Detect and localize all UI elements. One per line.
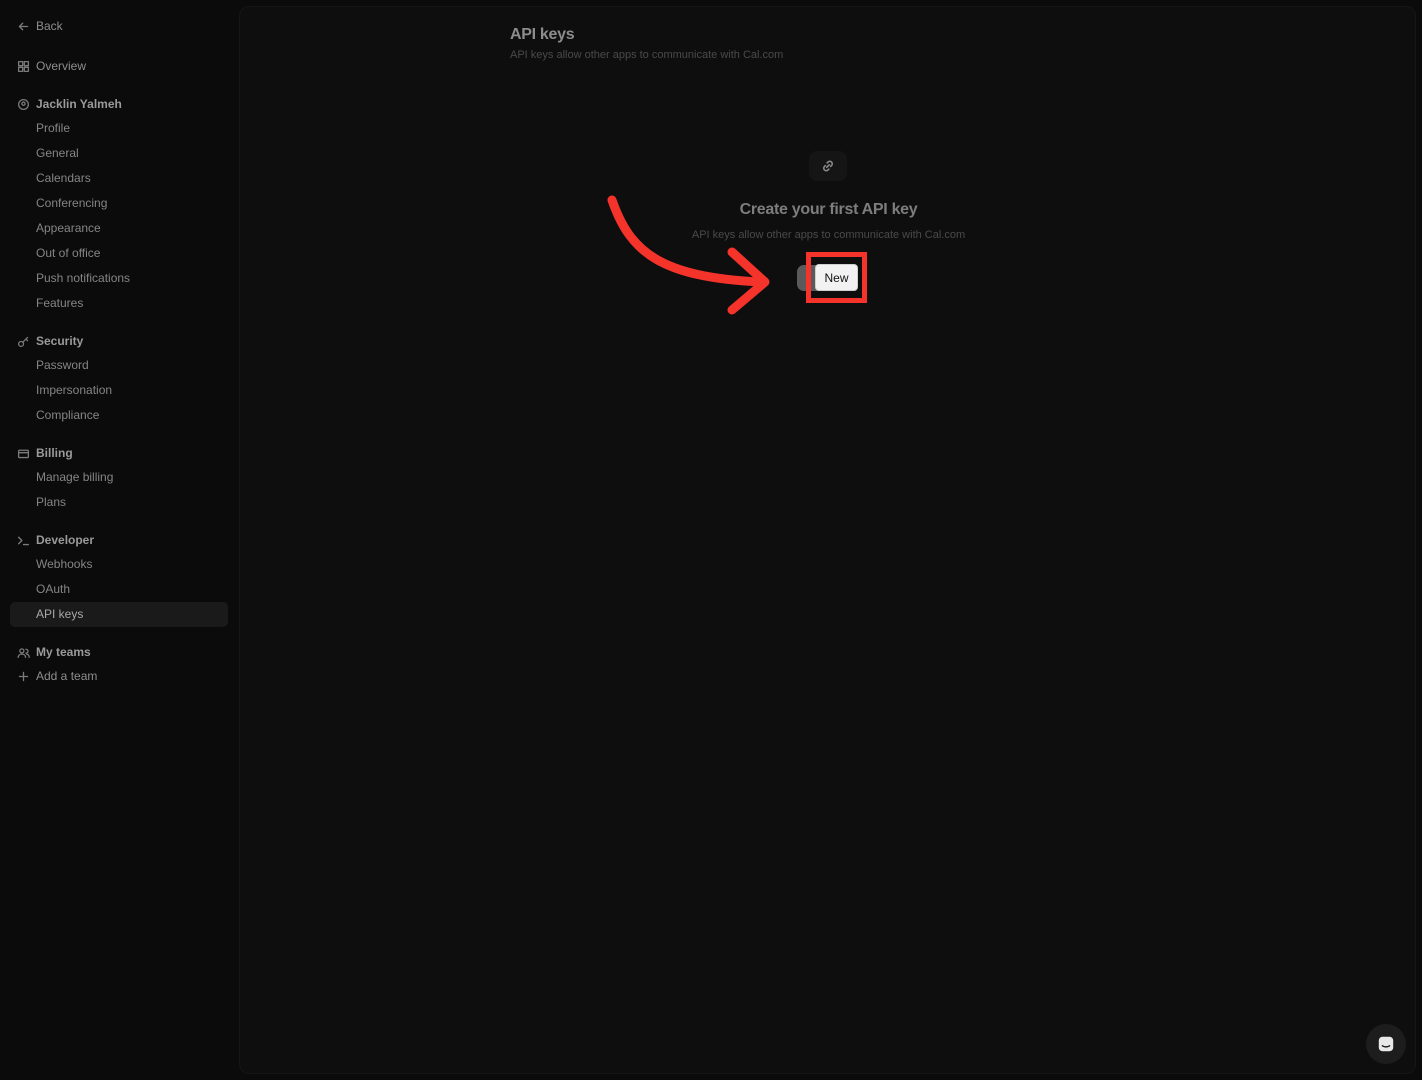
sidebar-item-out-of-office[interactable]: Out of office: [10, 241, 228, 266]
overview-link[interactable]: Overview: [10, 54, 228, 78]
add-team-label: Add a team: [36, 669, 98, 683]
sidebar-item-calendars[interactable]: Calendars: [10, 166, 228, 191]
sidebar-group-developer: Developer Webhooks OAuth API keys: [10, 528, 228, 627]
back-label: Back: [36, 19, 63, 33]
sidebar-item-compliance[interactable]: Compliance: [10, 403, 228, 428]
sidebar-group-teams: My teams Add a team: [10, 640, 228, 688]
sidebar-group-head-account[interactable]: Jacklin Yalmeh: [10, 92, 228, 116]
settings-sidebar: Back Overview Jacklin Yalmeh Profile Gen…: [0, 0, 238, 1080]
my-teams-link[interactable]: My teams: [10, 640, 228, 664]
plus-icon: [16, 669, 30, 683]
sidebar-group-billing: Billing Manage billing Plans: [10, 441, 228, 515]
sidebar-group-head-developer[interactable]: Developer: [10, 528, 228, 552]
credit-card-icon: [16, 446, 30, 460]
security-label: Security: [36, 334, 84, 348]
sidebar-item-webhooks[interactable]: Webhooks: [10, 552, 228, 577]
main-content: API keys API keys allow other apps to co…: [239, 6, 1416, 1074]
sidebar-item-general[interactable]: General: [10, 141, 228, 166]
sidebar-item-api-keys[interactable]: API keys: [10, 602, 228, 627]
key-icon: [16, 334, 30, 348]
account-name: Jacklin Yalmeh: [36, 97, 122, 111]
user-circle-icon: [16, 97, 30, 111]
sidebar-item-password[interactable]: Password: [10, 353, 228, 378]
developer-label: Developer: [36, 533, 95, 547]
grid-icon: [16, 59, 30, 73]
overview-label: Overview: [36, 59, 87, 73]
arrow-left-icon: [16, 19, 30, 33]
sidebar-item-manage-billing[interactable]: Manage billing: [10, 465, 228, 490]
billing-label: Billing: [36, 446, 73, 460]
sidebar-item-profile[interactable]: Profile: [10, 116, 228, 141]
sidebar-item-conferencing[interactable]: Conferencing: [10, 191, 228, 216]
chat-support-button[interactable]: [1366, 1024, 1406, 1064]
my-teams-label: My teams: [36, 645, 91, 659]
terminal-icon: [16, 533, 30, 547]
chat-icon: [1378, 1036, 1394, 1052]
sidebar-item-impersonation[interactable]: Impersonation: [10, 378, 228, 403]
sidebar-group-head-billing[interactable]: Billing: [10, 441, 228, 465]
new-api-key-button[interactable]: New: [815, 264, 858, 291]
add-team-link[interactable]: Add a team: [10, 664, 228, 688]
sidebar-group-account: Jacklin Yalmeh Profile General Calendars…: [10, 92, 228, 316]
sidebar-item-plans[interactable]: Plans: [10, 490, 228, 515]
sidebar-group-head-security[interactable]: Security: [10, 329, 228, 353]
page-title: API keys: [510, 26, 575, 43]
sidebar-item-oauth[interactable]: OAuth: [10, 577, 228, 602]
annotation-arrow-icon: [607, 195, 770, 315]
sidebar-group-security: Security Password Impersonation Complian…: [10, 329, 228, 428]
sidebar-item-appearance[interactable]: Appearance: [10, 216, 228, 241]
sidebar-item-push-notifications[interactable]: Push notifications: [10, 266, 228, 291]
sidebar-item-features[interactable]: Features: [10, 291, 228, 316]
back-link[interactable]: Back: [10, 14, 228, 38]
link-icon: [809, 151, 847, 181]
users-icon: [16, 645, 30, 659]
page-subtitle: API keys allow other apps to communicate…: [510, 49, 784, 61]
